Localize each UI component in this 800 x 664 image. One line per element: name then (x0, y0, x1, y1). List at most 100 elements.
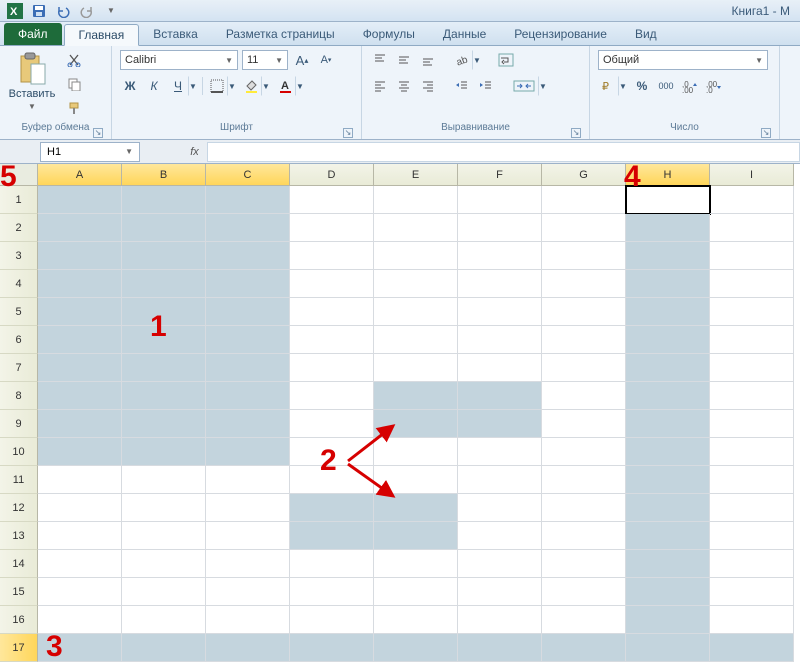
cell-H1[interactable] (626, 186, 710, 214)
row-header-9[interactable]: 9 (0, 410, 38, 438)
cell-C15[interactable] (206, 578, 290, 606)
cell-H9[interactable] (626, 410, 710, 438)
tab-file[interactable]: Файл (4, 23, 62, 45)
number-dialog-launcher[interactable]: ↘ (761, 128, 771, 138)
cell-H5[interactable] (626, 298, 710, 326)
cell-H15[interactable] (626, 578, 710, 606)
cell-E5[interactable] (374, 298, 458, 326)
cell-I16[interactable] (710, 606, 794, 634)
row-header-17[interactable]: 17 (0, 634, 38, 662)
cell-F8[interactable] (458, 382, 542, 410)
cell-H3[interactable] (626, 242, 710, 270)
cell-H17[interactable] (626, 634, 710, 662)
cell-D1[interactable] (290, 186, 374, 214)
cell-F6[interactable] (458, 326, 542, 354)
cell-E16[interactable] (374, 606, 458, 634)
cell-I7[interactable] (710, 354, 794, 382)
orientation-dropdown[interactable]: ▼ (472, 50, 482, 70)
cell-E9[interactable] (374, 410, 458, 438)
align-right-button[interactable] (418, 76, 438, 96)
row-header-8[interactable]: 8 (0, 382, 38, 410)
tab-data[interactable]: Данные (429, 23, 500, 45)
tab-page-layout[interactable]: Разметка страницы (212, 23, 349, 45)
name-box[interactable]: H1▼ (40, 142, 140, 162)
row-header-13[interactable]: 13 (0, 522, 38, 550)
cell-I4[interactable] (710, 270, 794, 298)
cell-G4[interactable] (542, 270, 626, 298)
cell-D2[interactable] (290, 214, 374, 242)
cell-G15[interactable] (542, 578, 626, 606)
cell-H11[interactable] (626, 466, 710, 494)
cell-F13[interactable] (458, 522, 542, 550)
cell-E6[interactable] (374, 326, 458, 354)
cell-F1[interactable] (458, 186, 542, 214)
wrap-text-button[interactable] (496, 50, 516, 70)
cell-B15[interactable] (122, 578, 206, 606)
cell-C12[interactable] (206, 494, 290, 522)
column-header-F[interactable]: F (458, 164, 542, 186)
cell-B13[interactable] (122, 522, 206, 550)
decrease-indent-button[interactable] (452, 76, 472, 96)
cell-E14[interactable] (374, 550, 458, 578)
cell-A3[interactable] (38, 242, 122, 270)
cell-I10[interactable] (710, 438, 794, 466)
row-header-11[interactable]: 11 (0, 466, 38, 494)
font-color-button[interactable]: A (275, 76, 295, 96)
cell-B11[interactable] (122, 466, 206, 494)
percent-button[interactable]: % (632, 76, 652, 96)
paste-button[interactable]: Вставить ▼ (8, 50, 56, 111)
cell-G7[interactable] (542, 354, 626, 382)
row-header-7[interactable]: 7 (0, 354, 38, 382)
cell-A10[interactable] (38, 438, 122, 466)
cell-E1[interactable] (374, 186, 458, 214)
row-header-12[interactable]: 12 (0, 494, 38, 522)
row-header-14[interactable]: 14 (0, 550, 38, 578)
cell-C8[interactable] (206, 382, 290, 410)
cell-G2[interactable] (542, 214, 626, 242)
row-header-3[interactable]: 3 (0, 242, 38, 270)
borders-dropdown[interactable]: ▼ (227, 76, 237, 96)
cell-B7[interactable] (122, 354, 206, 382)
row-header-1[interactable]: 1 (0, 186, 38, 214)
bold-button[interactable]: Ж (120, 76, 140, 96)
row-header-4[interactable]: 4 (0, 270, 38, 298)
cell-G17[interactable] (542, 634, 626, 662)
cell-E13[interactable] (374, 522, 458, 550)
cell-I2[interactable] (710, 214, 794, 242)
cell-H14[interactable] (626, 550, 710, 578)
cell-G8[interactable] (542, 382, 626, 410)
cell-D3[interactable] (290, 242, 374, 270)
cell-E7[interactable] (374, 354, 458, 382)
cell-I12[interactable] (710, 494, 794, 522)
cell-B5[interactable] (122, 298, 206, 326)
cell-D9[interactable] (290, 410, 374, 438)
cell-D4[interactable] (290, 270, 374, 298)
cell-E2[interactable] (374, 214, 458, 242)
cell-C10[interactable] (206, 438, 290, 466)
tab-view[interactable]: Вид (621, 23, 671, 45)
cell-H12[interactable] (626, 494, 710, 522)
cell-A4[interactable] (38, 270, 122, 298)
cell-D6[interactable] (290, 326, 374, 354)
format-painter-button[interactable] (64, 98, 84, 118)
cell-H7[interactable] (626, 354, 710, 382)
cell-B6[interactable] (122, 326, 206, 354)
column-header-G[interactable]: G (542, 164, 626, 186)
cell-H13[interactable] (626, 522, 710, 550)
cell-E3[interactable] (374, 242, 458, 270)
cell-F9[interactable] (458, 410, 542, 438)
cell-D16[interactable] (290, 606, 374, 634)
align-top-button[interactable] (370, 50, 390, 70)
row-header-16[interactable]: 16 (0, 606, 38, 634)
cell-I1[interactable] (710, 186, 794, 214)
row-header-10[interactable]: 10 (0, 438, 38, 466)
comma-button[interactable]: 000 (656, 76, 676, 96)
underline-button[interactable]: Ч (168, 76, 188, 96)
cell-B3[interactable] (122, 242, 206, 270)
cell-C3[interactable] (206, 242, 290, 270)
font-name-combo[interactable]: Calibri▼ (120, 50, 238, 70)
cell-C16[interactable] (206, 606, 290, 634)
cell-G5[interactable] (542, 298, 626, 326)
cell-A8[interactable] (38, 382, 122, 410)
cell-I11[interactable] (710, 466, 794, 494)
